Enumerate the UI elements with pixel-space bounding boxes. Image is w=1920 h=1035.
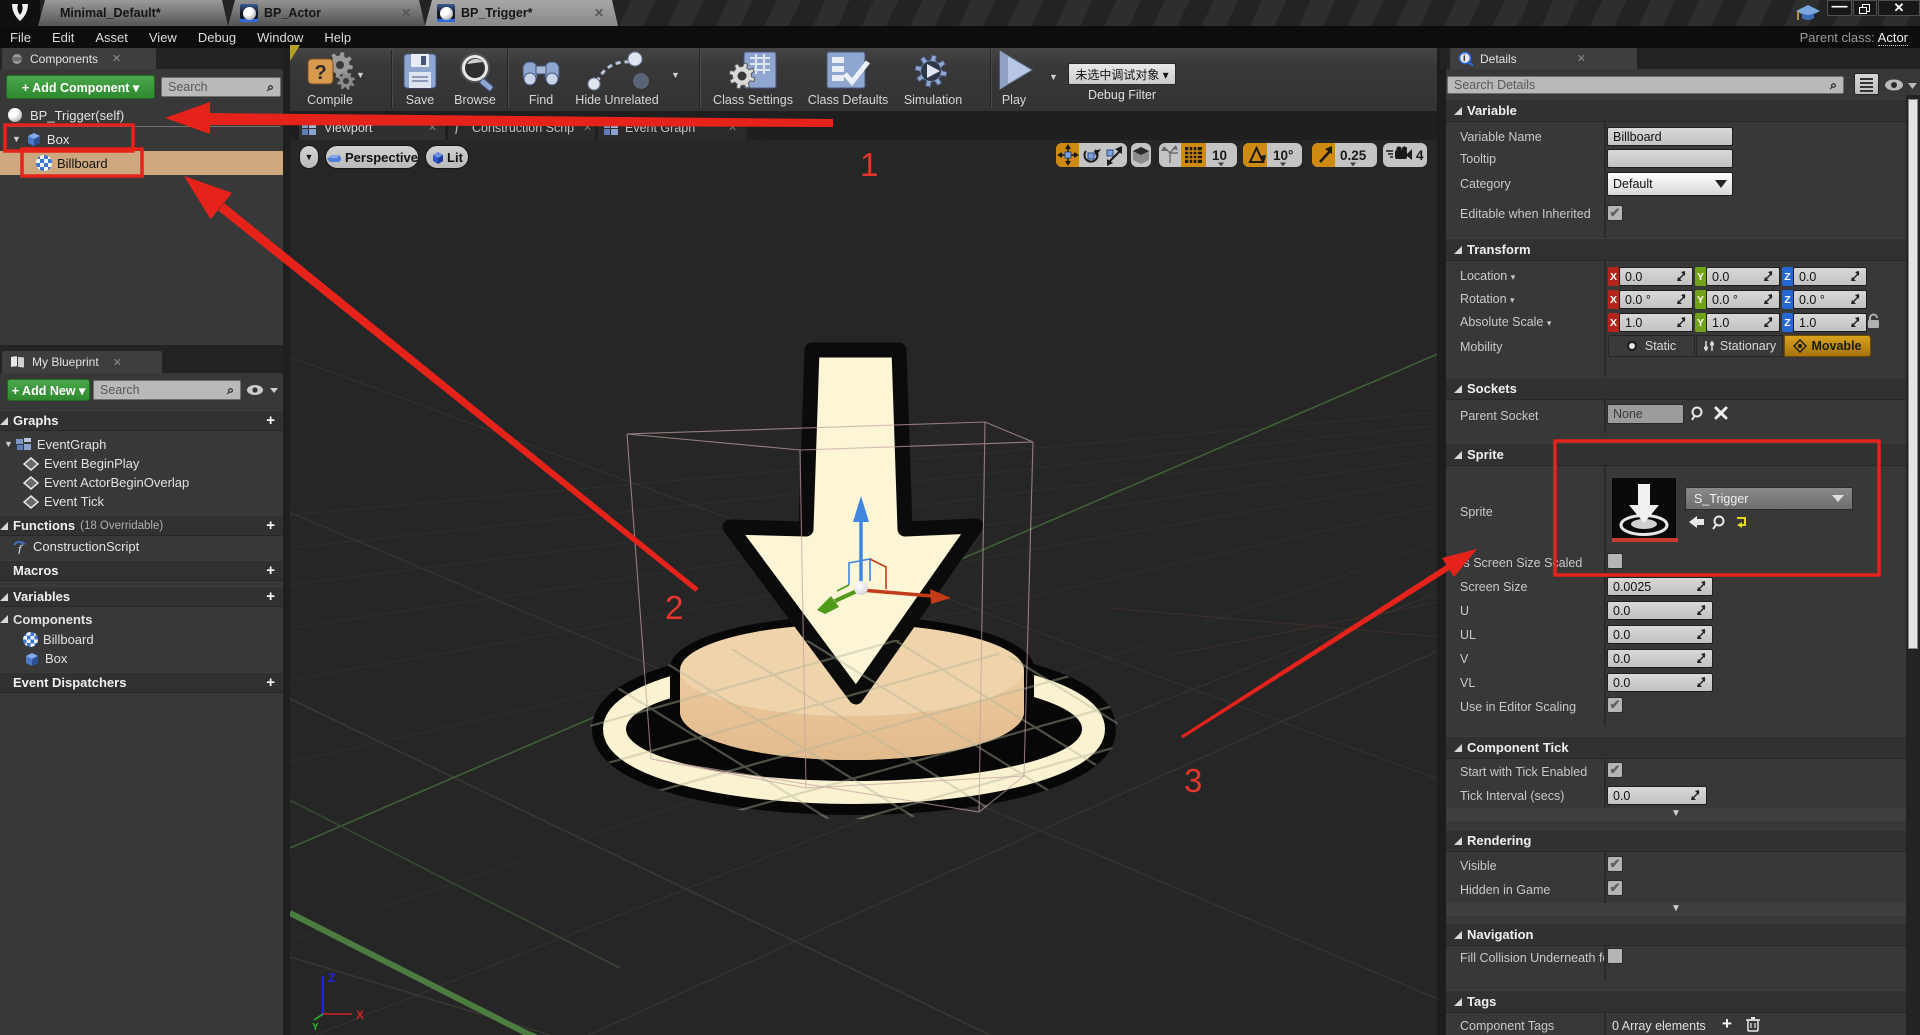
svg-text:Y: Y [312,1022,319,1033]
svg-text:10°: 10° [1273,148,1293,163]
svg-text:0.25: 0.25 [1340,148,1367,163]
svg-text:i: i [1463,53,1466,63]
svg-text:Z: Z [328,971,335,985]
svg-text:10: 10 [1212,148,1227,163]
svg-text:X: X [356,1008,364,1022]
svg-text:?: ? [315,62,327,84]
svg-text:4: 4 [1416,148,1424,163]
